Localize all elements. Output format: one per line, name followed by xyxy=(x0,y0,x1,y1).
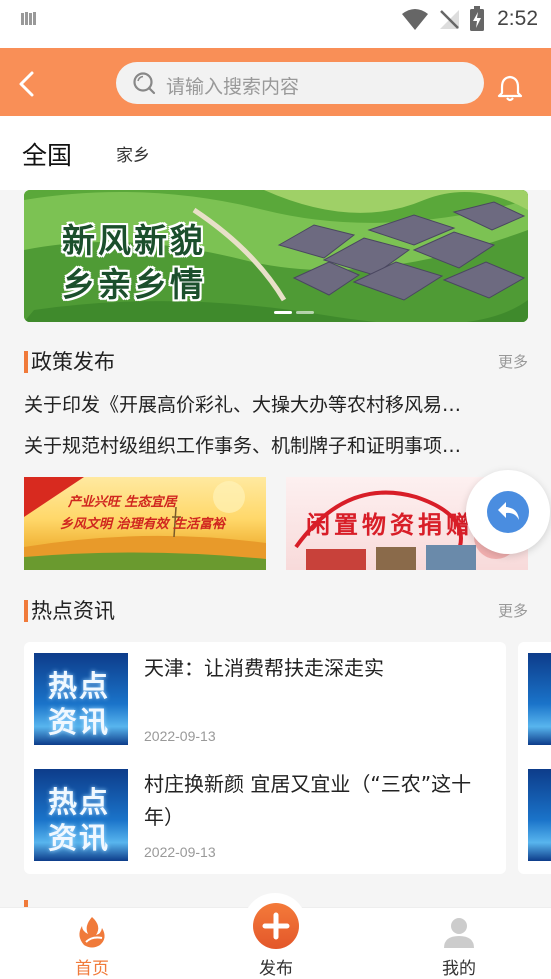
publish-button[interactable] xyxy=(253,903,299,949)
search-input[interactable]: 请输入搜索内容 xyxy=(116,62,484,104)
nav-mine[interactable]: 我的 xyxy=(409,908,509,979)
policy-item[interactable]: 关于规范村级组织工作事务、机制牌子和证明事项… xyxy=(24,431,524,458)
policy-more-link[interactable]: 更多 xyxy=(498,351,528,372)
home-flame-icon xyxy=(79,917,105,948)
nav-home[interactable]: 首页 xyxy=(42,908,142,979)
policy-banner-slogan-1: 产业兴旺 生态宜居 xyxy=(68,495,177,510)
notification-bell-icon[interactable] xyxy=(497,74,523,102)
hot-news-card: 热点 资讯 天津：让消费帮扶走深走实 2022-09-13 热点 资讯 村庄换新… xyxy=(24,642,506,874)
policy-banner-slogan-2: 乡风文明 治理有效 生活富裕 xyxy=(60,517,226,532)
policy-item[interactable]: 关于印发《开展高价彩礼、大操大办等农村移风易… xyxy=(24,390,524,417)
user-icon xyxy=(444,918,474,948)
search-placeholder: 请输入搜索内容 xyxy=(166,76,300,98)
banner-headline-2: 乡亲乡情 xyxy=(62,265,206,304)
plus-icon xyxy=(262,912,290,940)
news-thumbnail xyxy=(528,769,551,861)
news-date: 2022-09-13 xyxy=(144,728,216,744)
region-tabs: 全国 家乡 xyxy=(0,116,551,190)
tab-national[interactable]: 全国 xyxy=(22,136,72,172)
wifi-icon xyxy=(402,9,429,30)
banner-headline-1: 新风新貌 xyxy=(62,221,206,260)
news-title[interactable]: 天津：让消费帮扶走深走实 xyxy=(144,652,496,685)
thumb-text-2: 资讯 xyxy=(48,705,111,739)
hot-news-more-link[interactable]: 更多 xyxy=(498,600,528,621)
search-icon xyxy=(133,72,156,95)
return-icon xyxy=(487,491,529,533)
nav-mine-label: 我的 xyxy=(442,959,476,979)
header: 请输入搜索内容 xyxy=(0,48,551,116)
news-thumbnail[interactable]: 热点 资讯 xyxy=(34,769,128,861)
hot-news-section-title: 热点资讯 xyxy=(31,599,115,623)
policy-banner-donation-title: 闲置物资捐赠 xyxy=(306,511,474,539)
banner-carousel[interactable]: 新风新貌 乡亲乡情 xyxy=(24,190,528,322)
status-time: 2:52 xyxy=(497,7,538,30)
no-signal-icon xyxy=(440,10,460,29)
policy-banner-rural[interactable]: 产业兴旺 生态宜居 乡风文明 治理有效 生活富裕 xyxy=(24,477,266,570)
hot-news-section-header: 热点资讯 更多 xyxy=(24,595,528,625)
policy-section-title: 政策发布 xyxy=(31,350,115,374)
nav-home-label: 首页 xyxy=(75,959,109,979)
news-date: 2022-09-13 xyxy=(144,844,216,860)
tab-hometown[interactable]: 家乡 xyxy=(116,141,150,166)
battery-charging-icon xyxy=(470,6,485,31)
news-thumbnail xyxy=(528,653,551,745)
news-thumbnail[interactable]: 热点 资讯 xyxy=(34,653,128,745)
carousel-indicator xyxy=(274,311,314,314)
policy-section-header: 政策发布 更多 xyxy=(24,346,528,376)
thumb-text-2: 资讯 xyxy=(48,821,111,855)
nav-publish-label: 发布 xyxy=(259,959,293,979)
status-bar: 2:52 xyxy=(0,0,551,48)
floating-return-button[interactable] xyxy=(466,470,550,554)
section-accent-bar xyxy=(24,600,28,622)
sim-card-icon xyxy=(21,12,36,25)
next-news-card-peek[interactable] xyxy=(518,642,551,874)
section-accent-bar xyxy=(24,351,28,373)
news-title[interactable]: 村庄换新颜 宜居又宜业（“三农”这十年） xyxy=(144,768,496,834)
back-arrow-icon[interactable] xyxy=(14,68,42,100)
